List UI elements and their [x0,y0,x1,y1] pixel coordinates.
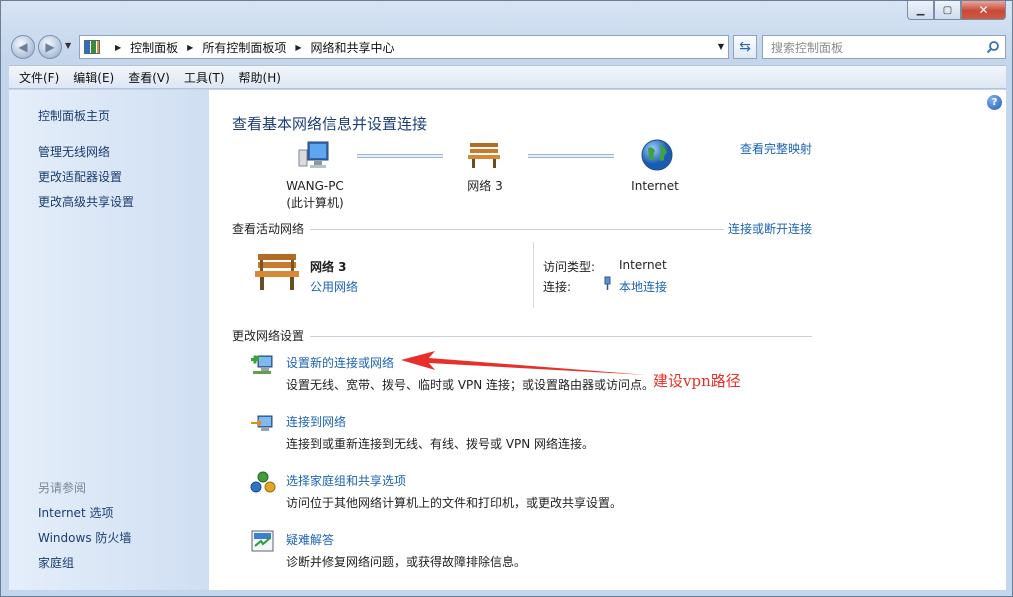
network-label: 网络 3 [467,179,503,193]
homegroup-sharing-desc: 访问位于其他网络计算机上的文件和打印机，或更改共享设置。 [286,496,623,510]
access-type-value: Internet [619,258,667,272]
public-network-bench-icon [255,254,299,290]
menu-help[interactable]: 帮助(H) [239,69,281,86]
computer-name: WANG-PC [286,179,344,193]
back-button[interactable]: ◀ [11,35,35,59]
control-panel-icon [84,40,100,54]
annotation-text: 建设vpn路径 [653,372,741,390]
chevron-right-icon[interactable]: ▶ [295,43,301,52]
sidebar-item-home[interactable]: 控制面板主页 [38,107,110,124]
chevron-right-icon[interactable]: ▶ [115,43,121,52]
menu-bar: 文件(F) 编辑(E) 查看(V) 工具(T) 帮助(H) [9,65,1006,89]
sidebar: 控制面板主页 管理无线网络 更改适配器设置 更改高级共享设置 另请参阅 Inte… [9,90,209,590]
breadcrumb-all-items[interactable]: 所有控制面板项 [202,39,286,56]
map-node-network[interactable]: 网络 3 [449,178,521,195]
forward-arrow-icon: ▶ [45,40,55,54]
menu-tools[interactable]: 工具(T) [184,69,225,86]
minimize-button[interactable]: ▁ [907,1,934,20]
setup-new-connection-desc: 设置无线、宽带、拨号、临时或 VPN 连接；或设置路由器或访问点。 [286,378,655,392]
recent-pages-dropdown-icon[interactable]: ▼ [65,41,71,50]
annotation-arrow-icon [401,351,647,375]
active-network-name: 网络 3 [310,260,347,274]
connection-line [528,154,614,158]
setup-new-connection-link[interactable]: 设置新的连接或网络 [286,354,394,371]
new-connection-icon [251,355,273,374]
maximize-button[interactable]: ▢ [934,1,961,20]
breadcrumb-control-panel[interactable]: 控制面板 [130,39,178,56]
troubleshoot-icon [251,530,274,552]
connect-to-network-desc: 连接到或重新连接到无线、有线、拨号或 VPN 网络连接。 [286,437,595,451]
back-arrow-icon: ◀ [18,40,28,54]
search-icon[interactable] [986,40,1000,54]
full-map-link[interactable]: 查看完整映射 [740,140,812,157]
address-bar[interactable]: ▶ 控制面板 ▶ 所有控制面板项 ▶ 网络和共享中心 ▼ [79,35,729,59]
refresh-button[interactable]: ⇆ [733,35,757,59]
help-icon[interactable]: ? [987,95,1002,110]
map-node-internet[interactable]: Internet [619,178,691,195]
navigation-bar: ◀ ▶ ▼ ▶ 控制面板 ▶ 所有控制面板项 ▶ 网络和共享中心 ▼ ⇆ 搜索控… [9,33,1006,61]
divider [310,336,812,337]
divider [310,229,724,230]
page-title: 查看基本网络信息并设置连接 [232,115,428,133]
computer-icon[interactable] [297,140,331,170]
troubleshoot-link[interactable]: 疑难解答 [286,531,334,548]
sidebar-item-adapter-settings[interactable]: 更改适配器设置 [38,168,122,185]
chevron-right-icon[interactable]: ▶ [187,43,193,52]
sidebar-item-homegroup[interactable]: 家庭组 [38,554,74,571]
close-button[interactable]: ✕ [961,1,1006,20]
address-dropdown-icon[interactable]: ▼ [718,42,724,51]
map-node-computer[interactable]: WANG-PC (此计算机) [277,178,353,212]
connect-to-network-icon [251,415,273,431]
internet-label: Internet [631,179,679,193]
homegroup-sharing-link[interactable]: 选择家庭组和共享选项 [286,472,406,489]
menu-file[interactable]: 文件(F) [19,69,59,86]
sidebar-item-internet-options[interactable]: Internet 选项 [38,504,113,521]
computer-subtitle: (此计算机) [286,196,344,210]
network-type-link[interactable]: 公用网络 [310,278,358,295]
ethernet-cable-icon [604,276,611,290]
access-type-label: 访问类型: [543,260,596,274]
menu-view[interactable]: 查看(V) [128,69,170,86]
caption-buttons: ▁ ▢ ✕ [907,1,1006,20]
network-bench-icon[interactable] [466,140,502,170]
change-settings-heading: 更改网络设置 [232,329,305,343]
connection-line [357,154,443,158]
forward-button[interactable]: ▶ [38,35,62,59]
sidebar-item-firewall[interactable]: Windows 防火墙 [38,529,131,546]
vertical-divider [533,242,534,308]
main-content: ? 查看基本网络信息并设置连接 查看完整映射 WANG-PC (此计算机) 网络… [209,90,1006,590]
connect-to-network-link[interactable]: 连接到网络 [286,413,346,430]
search-input[interactable]: 搜索控制面板 [762,35,1006,59]
connect-disconnect-link[interactable]: 连接或断开连接 [728,220,812,237]
see-also-heading: 另请参阅 [38,481,87,495]
troubleshoot-desc: 诊断并修复网络问题，或获得故障排除信息。 [286,555,527,569]
refresh-icon: ⇆ [739,39,751,55]
homegroup-icon [250,471,276,493]
window: ▁ ▢ ✕ ◀ ▶ ▼ ▶ 控制面板 ▶ 所有控制面板项 ▶ 网络和共享中心 ▼… [0,0,1013,597]
breadcrumb-network-center[interactable]: 网络和共享中心 [311,39,395,56]
sidebar-item-advanced-sharing[interactable]: 更改高级共享设置 [38,193,134,210]
active-networks-heading: 查看活动网络 [232,222,305,236]
search-placeholder: 搜索控制面板 [771,40,844,55]
internet-globe-icon[interactable] [640,138,674,172]
sidebar-item-manage-wireless[interactable]: 管理无线网络 [38,143,110,160]
menu-edit[interactable]: 编辑(E) [73,69,114,86]
connections-label: 连接: [543,280,572,294]
local-connection-link[interactable]: 本地连接 [619,278,667,295]
